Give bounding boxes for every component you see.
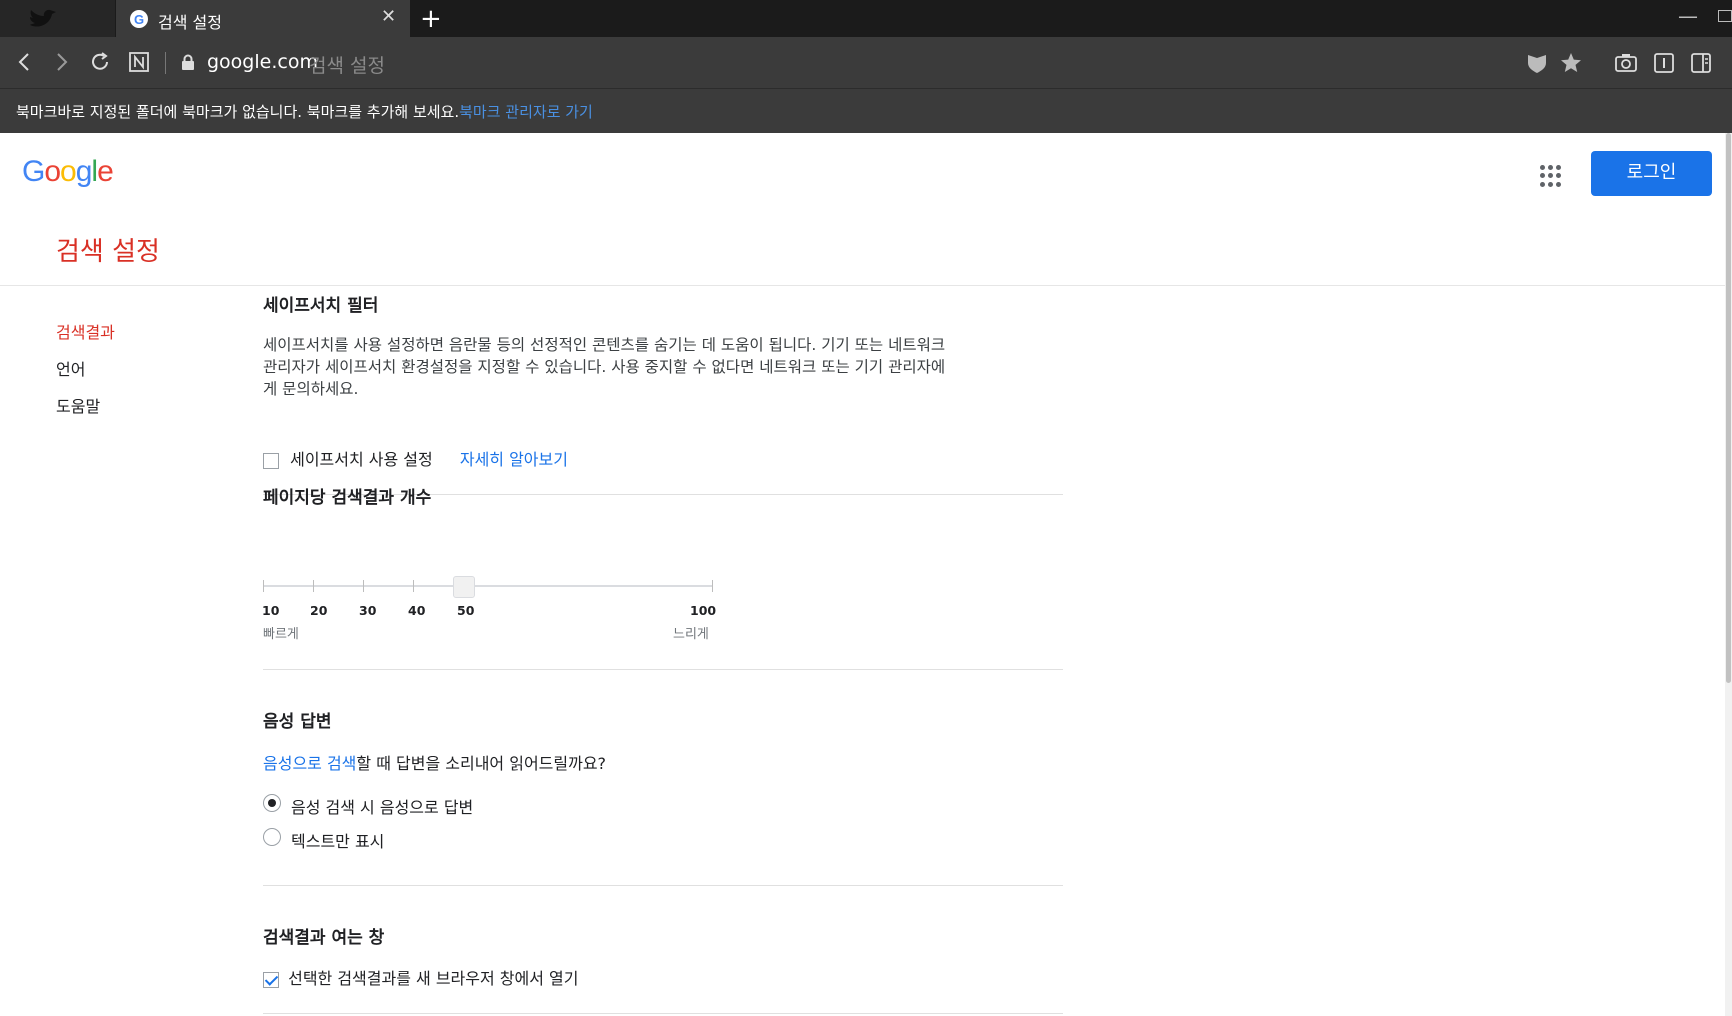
open-window-checkbox-label[interactable]: 선택한 검색결과를 새 브라우저 창에서 열기	[288, 969, 578, 988]
page-title: 검색 설정	[56, 237, 160, 267]
slider-tick	[263, 580, 264, 592]
voice-question-text: 할 때 답변을 소리내어 읽어드릴까요?	[356, 754, 607, 773]
sidebar-panel-icon[interactable]	[1689, 51, 1715, 75]
section-divider	[263, 669, 1063, 670]
slider-tick	[712, 580, 713, 592]
google-favicon-icon: G	[130, 10, 148, 28]
sidebar-item-search-results[interactable]: 검색결과	[56, 319, 115, 356]
learn-more-link[interactable]: 자세히 알아보기	[460, 450, 568, 469]
naver-home-icon[interactable]	[126, 49, 152, 75]
slider-tick-label: 50	[457, 603, 475, 618]
twitter-icon	[30, 9, 56, 27]
svg-text:G: G	[134, 12, 144, 27]
text-only-radio[interactable]	[263, 828, 281, 846]
open-window-section: 검색결과 여는 창	[263, 923, 1063, 948]
results-per-page-section: 페이지당 검색결과 개수	[263, 483, 1063, 508]
slider-tick-label: 30	[359, 603, 377, 618]
google-logo[interactable]: Google	[22, 155, 114, 189]
open-window-title: 검색결과 여는 창	[263, 928, 385, 948]
header-divider	[0, 285, 1732, 286]
voice-answer-label[interactable]: 음성 검색 시 음성으로 답변	[291, 794, 473, 818]
safesearch-checkbox-row: 세이프서치 사용 설정 자세히 알아보기	[263, 446, 568, 470]
forward-icon[interactable]	[48, 49, 74, 75]
reader-mode-icon[interactable]	[1652, 51, 1678, 75]
slider-tick-label: 100	[690, 603, 717, 618]
star-icon[interactable]	[1559, 51, 1585, 75]
slider-right-caption: 느리게	[673, 627, 709, 642]
safesearch-description-3: 게 문의하세요.	[263, 380, 359, 398]
voice-answer-radio[interactable]	[263, 794, 281, 812]
sidebar-item-help[interactable]: 도움말	[56, 393, 115, 430]
logo-letter: e	[97, 155, 114, 188]
reload-icon[interactable]	[87, 49, 113, 75]
new-tab-button[interactable]: +	[420, 5, 442, 33]
bookmark-bar: 북마크바로 지정된 폴더에 북마크가 없습니다. 북마크를 추가해 보세요.북마…	[0, 88, 1732, 133]
page-scrollbar-thumb[interactable]	[1726, 133, 1731, 683]
url-page-title[interactable]: 검색 설정	[309, 51, 385, 78]
maximize-icon[interactable]	[1718, 10, 1732, 22]
bookmark-manager-link[interactable]: 북마크 관리자로 가기	[459, 103, 593, 121]
slider-tick	[313, 580, 314, 592]
section-divider	[263, 1013, 1063, 1014]
sidebar-item-language[interactable]: 언어	[56, 356, 115, 393]
url-domain[interactable]: google.com	[207, 51, 318, 73]
safesearch-description-2: 관리자가 세이프서치 환경설정을 지정할 수 있습니다. 사용 중지할 수 없다…	[263, 358, 946, 376]
voice-search-link[interactable]: 음성으로 검색	[263, 754, 356, 773]
back-icon[interactable]	[12, 49, 38, 75]
safesearch-description-1: 세이프서치를 사용 설정하면 음란물 등의 선정적인 콘텐츠를 숨기는 데 도움…	[263, 336, 946, 354]
tab-close-icon[interactable]: ✕	[381, 7, 396, 27]
settings-sidebar: 검색결과 언어 도움말	[56, 319, 115, 430]
safesearch-checkbox[interactable]	[263, 452, 279, 469]
tab-title: 검색 설정	[158, 13, 222, 32]
safesearch-title: 세이프서치 필터	[263, 296, 379, 316]
settings-page: Google 로그인 검색 설정 검색결과 언어 도움말 세이프서치 필터 세이…	[0, 133, 1732, 1016]
voice-question: 음성으로 검색할 때 답변을 소리내어 읽어드릴까요?	[263, 750, 606, 774]
section-divider	[263, 885, 1063, 886]
slider-tick	[363, 580, 364, 592]
results-slider-track[interactable]	[263, 585, 713, 587]
browser-nav-bar: google.com 검색 설정	[0, 37, 1732, 88]
url-separator	[165, 52, 166, 74]
logo-letter: o	[44, 155, 61, 188]
text-only-label[interactable]: 텍스트만 표시	[291, 828, 384, 852]
slider-tick	[413, 580, 414, 592]
apps-grid-icon[interactable]	[1540, 165, 1562, 187]
safesearch-section: 세이프서치 필터 세이프서치를 사용 설정하면 음란물 등의 선정적인 콘텐츠를…	[263, 291, 1063, 400]
slider-left-caption: 빠르게	[263, 627, 299, 642]
results-per-page-title: 페이지당 검색결과 개수	[263, 488, 432, 508]
logo-letter: G	[22, 155, 45, 188]
voice-section: 음성 답변	[263, 707, 1063, 732]
logo-letter: g	[75, 155, 93, 188]
slider-tick-label: 10	[262, 603, 280, 618]
results-slider-handle[interactable]	[453, 576, 475, 598]
minimize-icon[interactable]: —	[1678, 4, 1698, 28]
tab-search-settings[interactable]: G 검색 설정 ✕	[116, 0, 410, 37]
open-window-checkbox[interactable]	[263, 971, 279, 988]
open-window-checkbox-row: 선택한 검색결과를 새 브라우저 창에서 열기	[263, 965, 578, 989]
voice-title: 음성 답변	[263, 712, 332, 732]
bookmark-bar-message: 북마크바로 지정된 폴더에 북마크가 없습니다. 북마크를 추가해 보세요.북마…	[16, 101, 593, 122]
slider-tick-label: 40	[408, 603, 426, 618]
login-button[interactable]: 로그인	[1591, 151, 1712, 196]
camera-icon[interactable]	[1614, 51, 1640, 75]
browser-tab-bar: G 검색 설정 ✕ + —	[0, 0, 1732, 37]
slider-tick-label: 20	[310, 603, 328, 618]
pinned-tab-twitter[interactable]	[0, 0, 115, 37]
lock-icon	[182, 54, 194, 70]
bookmark-empty-text: 북마크바로 지정된 폴더에 북마크가 없습니다. 북마크를 추가해 보세요.	[16, 103, 460, 121]
safesearch-checkbox-label[interactable]: 세이프서치 사용 설정	[290, 450, 433, 469]
shield-icon[interactable]	[1525, 51, 1551, 75]
logo-letter: o	[60, 155, 77, 188]
